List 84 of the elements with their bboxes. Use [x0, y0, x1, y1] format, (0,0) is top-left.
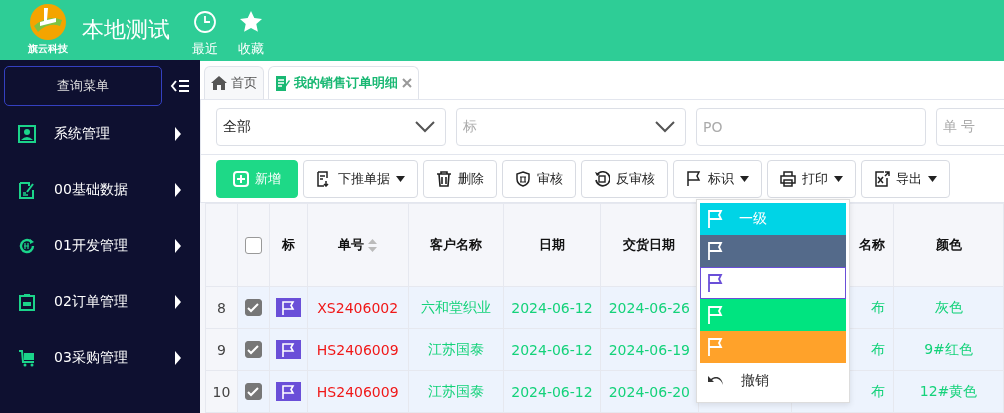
table-cell: 2024-06-19 [608, 341, 691, 358]
document-icon [316, 171, 332, 187]
chevron-down-icon [415, 121, 435, 133]
menu-item[interactable] [700, 267, 846, 299]
chevron-right-icon [174, 126, 182, 142]
flag-icon [707, 306, 723, 324]
push-button[interactable]: 下推单据 [303, 160, 418, 198]
chevron-right-icon [174, 350, 182, 366]
flag-icon [707, 274, 723, 292]
audit-button[interactable]: 审核 [502, 160, 576, 198]
column-header: 单号 [338, 236, 365, 254]
flag-icon [707, 210, 723, 228]
table-cell: XS2406002 [317, 299, 399, 316]
sidebar-item[interactable]: 01开发管理 [0, 218, 200, 274]
rotate-icon [594, 171, 610, 187]
printer-icon [780, 171, 796, 187]
app-title: 本地测试 [82, 16, 170, 44]
table-cell: 灰色 [934, 298, 963, 315]
table-cell: 江苏国泰 [427, 340, 484, 357]
row-number: 8 [216, 299, 226, 316]
column-header: 颜色 [935, 236, 962, 254]
table-cell: 布 [871, 340, 885, 357]
select-field[interactable]: 全部 [216, 108, 446, 146]
flag-button[interactable]: 标识 [673, 160, 762, 198]
trash-icon [436, 171, 452, 187]
table-cell: 2024-06-20 [608, 383, 691, 400]
flag-icon [707, 338, 723, 356]
logo-text: 旗云科技 [28, 42, 68, 56]
checkbox[interactable] [244, 383, 262, 401]
table-cell: 江苏国泰 [427, 382, 484, 399]
star-icon [239, 10, 263, 34]
chevron-right-icon [174, 182, 182, 198]
clock-icon [193, 10, 217, 34]
chevron-right-icon [174, 294, 182, 310]
cart-icon [18, 349, 36, 367]
sidebar-item[interactable]: 02订单管理 [0, 274, 200, 330]
page-tab[interactable]: 首页 [204, 66, 264, 99]
menu-item[interactable] [700, 235, 846, 267]
user-icon [18, 125, 36, 143]
edit-icon [18, 181, 36, 199]
table-cell: 2024-06-12 [511, 341, 593, 358]
table-cell: 2024-06-12 [511, 383, 593, 400]
document-icon [275, 75, 290, 91]
logo-icon [30, 4, 66, 40]
checkbox[interactable] [244, 299, 262, 317]
print-button[interactable]: 打印 [767, 160, 856, 198]
home-icon [211, 76, 227, 90]
table-cell: 2024-06-12 [511, 299, 593, 316]
export-button[interactable]: 导出 [861, 160, 950, 198]
unaudit-button[interactable]: 反审核 [581, 160, 668, 198]
table-cell: 12#黄色 [919, 382, 978, 399]
cycle-icon [18, 237, 36, 255]
chevron-down-icon [655, 121, 675, 133]
delete-button[interactable]: 删除 [423, 160, 497, 198]
row-number: 9 [216, 341, 226, 358]
column-header: 标 [281, 237, 295, 252]
column-header: 日期 [538, 236, 565, 254]
export-icon [874, 171, 890, 187]
checkbox[interactable] [244, 341, 262, 359]
table-cell: 2024-06-26 [608, 299, 691, 316]
table-cell: 布 [871, 382, 885, 399]
menu-item[interactable]: 撤销 [700, 363, 846, 399]
flag-icon [686, 171, 702, 187]
menu-search-button[interactable]: 查询菜单 [4, 66, 162, 106]
table-cell: HS2406009 [316, 383, 399, 400]
table-cell: 六和堂织业 [420, 298, 491, 315]
collapse-icon[interactable] [170, 78, 190, 94]
flag-icon [707, 242, 723, 260]
column-header: 交货日期 [623, 236, 676, 254]
clipboard-icon [18, 293, 36, 311]
chevron-right-icon [174, 238, 182, 254]
column-header: 名称 [859, 236, 885, 254]
table-cell: 布 [871, 298, 885, 315]
row-number: 10 [212, 383, 231, 400]
sidebar-item[interactable]: 00基础数据 [0, 162, 200, 218]
sidebar-item[interactable]: 03采购管理 [0, 330, 200, 386]
plus-icon [233, 171, 249, 187]
column-header: 客户名称 [429, 236, 482, 254]
sidebar-item[interactable]: 系统管理 [0, 106, 200, 162]
checkbox[interactable] [244, 236, 262, 254]
shield-icon [515, 171, 531, 187]
close-icon[interactable] [402, 78, 412, 88]
table-cell: 9#红色 [924, 340, 973, 357]
table-cell: HS2406009 [316, 341, 399, 358]
